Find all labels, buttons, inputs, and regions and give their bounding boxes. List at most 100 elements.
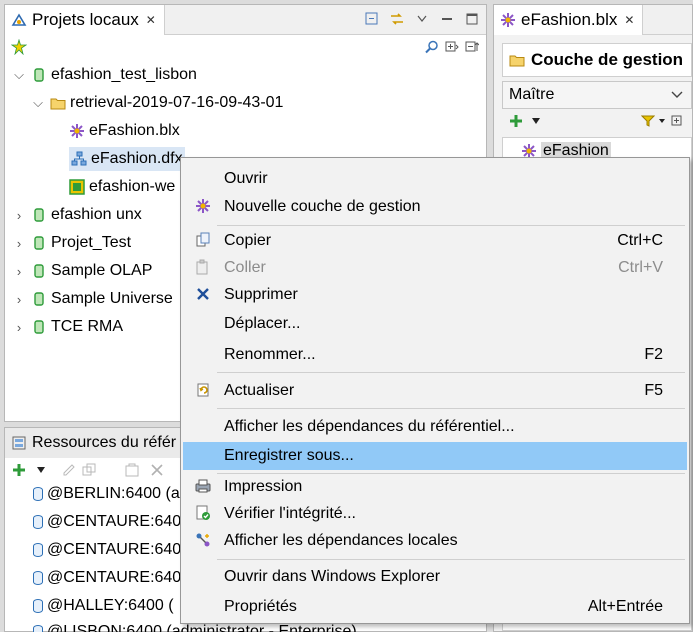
chevron-right-icon[interactable]: › [13,292,25,307]
menu-item-supprimer[interactable]: Supprimer [183,281,687,308]
close-session-icon[interactable] [149,462,165,478]
tab-label: Projets locaux [32,10,139,29]
menu-item-proprietes[interactable]: Propriétés Alt+Entrée [183,593,687,620]
business-layer-icon [500,12,516,28]
database-icon [33,487,43,501]
menu-item-windows-explorer[interactable]: Ouvrir dans Windows Explorer [183,563,687,590]
expand-all-icon[interactable] [670,113,686,129]
local-projects-subtoolbar [5,36,486,58]
properties-icon[interactable] [125,462,141,478]
project-icon [31,263,47,279]
tree-item-efashion-dfx[interactable]: eFashion.dfx [69,147,185,171]
resources-view-icon [11,435,27,451]
folder-icon [50,95,66,111]
menu-item-verifier-integrite[interactable]: Vérifier l'intégrité... [183,500,687,527]
session-item[interactable]: @HALLEY:6400 ( [31,594,174,618]
tree-item-efashion-we[interactable]: efashion-we [69,175,175,199]
chevron-down-icon[interactable]: ⌵ [13,67,25,83]
chevron-down-icon[interactable] [528,113,544,129]
session-item[interactable]: @CENTAURE:640 [31,566,181,590]
close-tab-icon[interactable]: ✕ [146,13,156,27]
tree-item-sample-universe[interactable]: › Sample Universe [13,287,173,311]
menu-item-ouvrir[interactable]: Ouvrir [183,165,687,192]
close-tab-icon[interactable]: ✕ [624,13,634,27]
universe-icon [69,179,85,195]
chevron-right-icon[interactable]: › [13,320,25,335]
copy-icon [195,232,211,248]
new-project-icon[interactable] [11,39,27,55]
collapse-all-icon[interactable] [364,11,380,27]
tree-item-retrieval-folder[interactable]: ⌵ retrieval-2019-07-16-09-43-01 [32,91,283,115]
chevron-down-icon[interactable] [33,462,49,478]
search-icon[interactable] [424,39,440,55]
menu-item-impression[interactable]: Impression [183,473,687,500]
project-icon [31,291,47,307]
tab-label: eFashion.blx [521,10,618,29]
menu-item-nouvelle-couche[interactable]: Nouvelle couche de gestion [183,193,687,220]
minimize-icon[interactable] [439,11,455,27]
business-layer-header: Couche de gestion [502,43,692,77]
session-item[interactable]: @CENTAURE:640 [31,538,181,562]
session-item[interactable]: @CENTAURE:6400 [31,510,190,534]
tab-resources[interactable]: Ressources du référ [5,428,186,458]
projects-view-icon [11,12,27,28]
tree-item-tce-rma[interactable]: › TCE RMA [13,315,123,339]
tree-item-efashion-unx[interactable]: › efashion unx [13,203,142,227]
menu-item-dependances-referentiel[interactable]: Afficher les dépendances du référentiel.… [183,413,687,440]
database-icon [33,543,43,557]
view-selector-value: Maître [509,86,555,103]
delete-icon [195,286,211,302]
view-selector[interactable]: Maître [502,81,692,109]
add-item-icon[interactable] [508,113,524,129]
chevron-right-icon[interactable]: › [13,236,25,251]
menu-separator [217,225,685,226]
expand-all-icon[interactable] [444,39,460,55]
check-integrity-icon [195,505,211,521]
business-layer-title: Couche de gestion [531,50,684,69]
project-icon [31,67,47,83]
menu-item-renommer[interactable]: Renommer... F2 [183,341,687,368]
tab-label: Ressources du référ [32,434,177,451]
chevron-right-icon[interactable]: › [13,208,25,223]
view-menu-icon[interactable] [414,11,430,27]
database-icon [33,625,43,632]
view-toolbar [364,11,480,27]
print-icon [195,478,211,494]
project-icon [31,235,47,251]
tree-item-sample-olap[interactable]: › Sample OLAP [13,259,153,283]
link-editor-icon[interactable] [389,11,405,27]
maximize-icon[interactable] [464,11,480,27]
session-item[interactable]: @BERLIN:6400 (a [31,482,180,506]
database-icon [33,571,43,585]
dependencies-icon [195,532,211,548]
menu-item-copier[interactable]: Copier Ctrl+C [183,227,687,254]
menu-item-dependances-locales[interactable]: Afficher les dépendances locales [183,527,687,554]
copy-session-icon[interactable] [81,462,97,478]
sort-icon[interactable] [464,39,480,55]
tree-item-efashion-blx[interactable]: eFashion.blx [69,119,180,143]
data-foundation-icon [71,151,87,167]
local-projects-tabbar: Projets locaux ✕ [5,5,486,35]
menu-item-enregistrer-sous[interactable]: Enregistrer sous... [183,442,687,470]
editor-tabbar: eFashion.blx ✕ [494,5,692,35]
add-session-icon[interactable] [11,462,27,478]
database-icon [33,599,43,613]
tab-efashion-blx[interactable]: eFashion.blx ✕ [494,5,644,35]
chevron-down-icon[interactable]: ⌵ [32,95,44,111]
refresh-icon [195,382,211,398]
database-icon [33,515,43,529]
menu-item-coller[interactable]: Coller Ctrl+V [183,254,687,281]
menu-item-deplacer[interactable]: Déplacer... [183,310,687,337]
tree-item-projet-test[interactable]: › Projet_Test [13,231,131,255]
menu-separator [217,372,685,373]
tree-item-efashion-test-lisbon[interactable]: ⌵ efashion_test_lisbon [13,63,197,87]
menu-item-actualiser[interactable]: Actualiser F5 [183,377,687,404]
chevron-down-icon[interactable] [654,113,670,129]
chevron-down-icon[interactable] [669,87,685,103]
context-menu: Ouvrir Nouvelle couche de gestion Copier… [180,157,690,624]
tab-local-projects[interactable]: Projets locaux ✕ [5,5,165,35]
chevron-right-icon[interactable]: › [13,264,25,279]
edit-icon[interactable] [61,462,77,478]
folder-icon [509,52,525,68]
paste-icon [195,259,211,275]
